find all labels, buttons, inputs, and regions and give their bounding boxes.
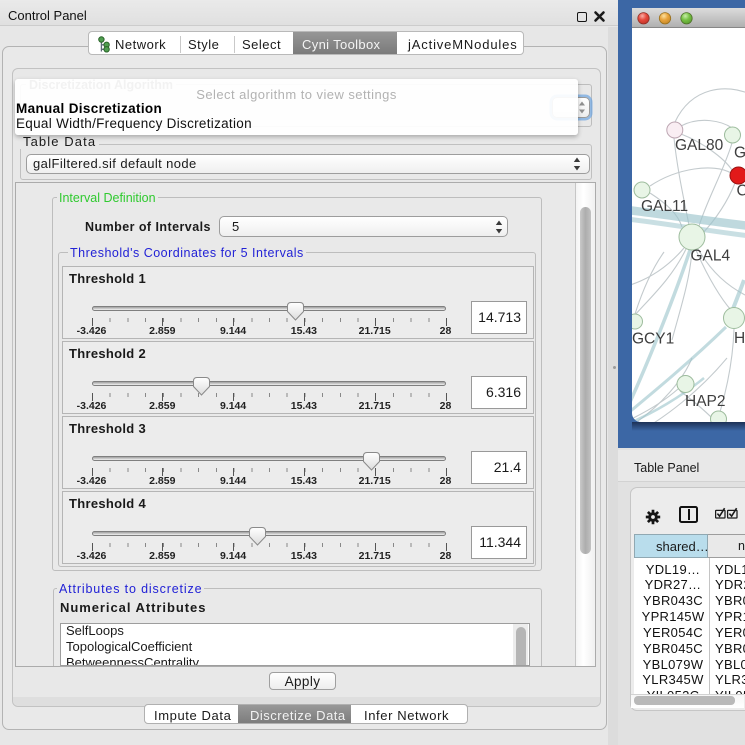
svg-text:GAL4: GAL4 (691, 248, 731, 265)
svg-text:C: C (737, 183, 745, 200)
svg-text:GCY1: GCY1 (632, 331, 674, 348)
svg-text:GA: GA (734, 145, 745, 162)
svg-text:GAL80: GAL80 (675, 137, 724, 154)
svg-text:H: H (734, 330, 745, 347)
svg-text:GAL11: GAL11 (641, 198, 688, 215)
svg-text:HAP2: HAP2 (685, 393, 726, 410)
